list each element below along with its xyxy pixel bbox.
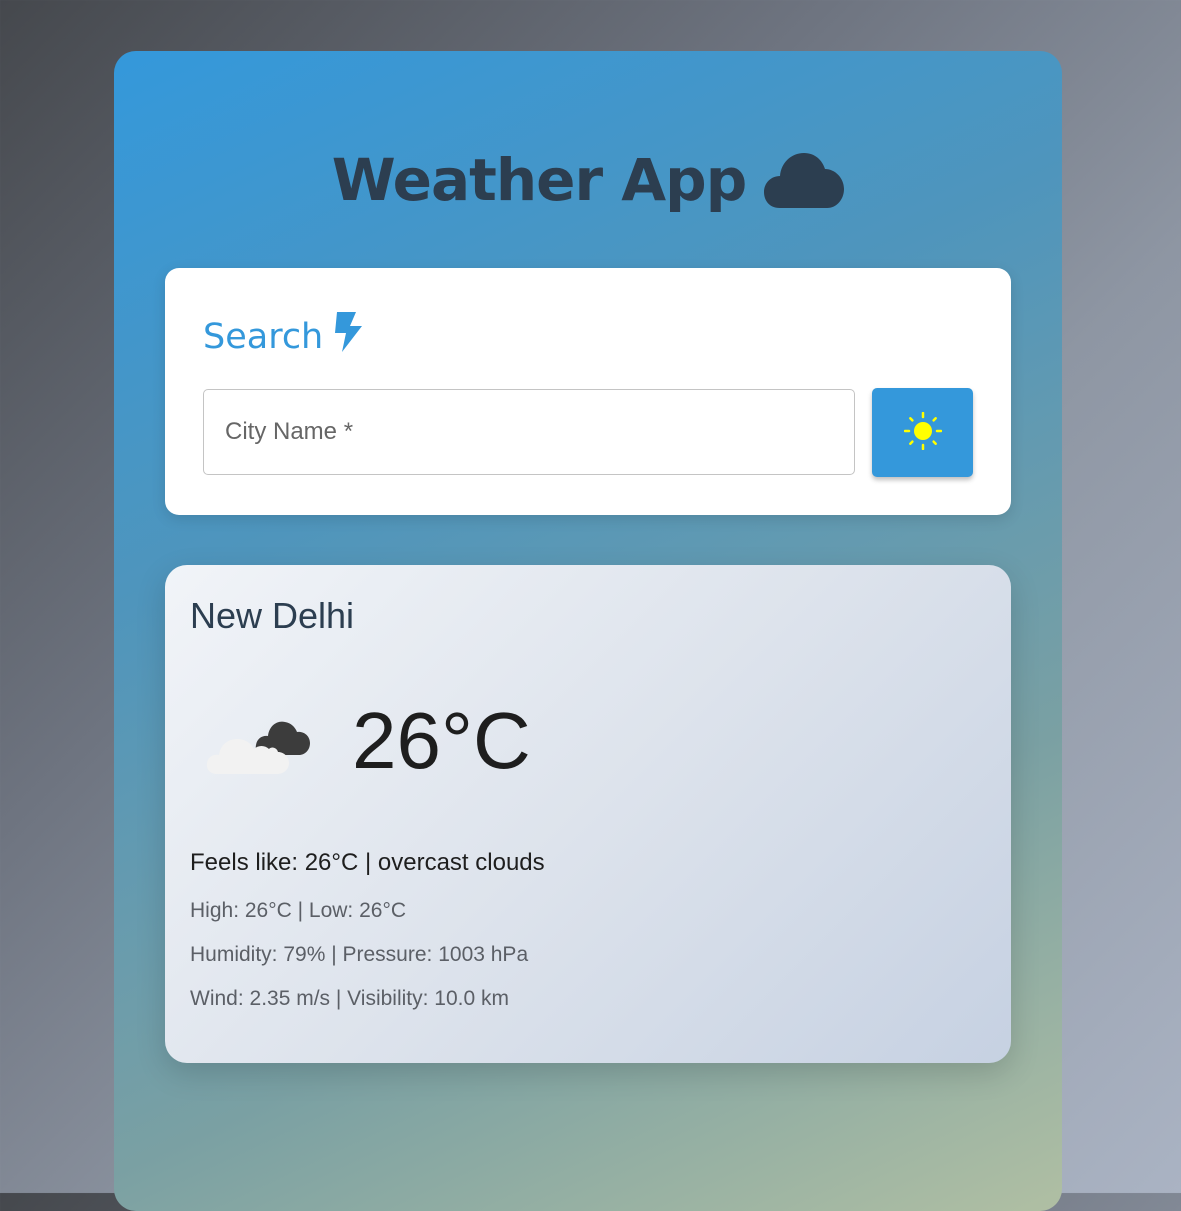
city-name-input[interactable] [204,390,854,474]
temperature-value: 26°C [352,696,531,785]
feels-like-text: Feels like: 26°C | overcast clouds [190,849,545,876]
app-title: Weather App [114,146,1062,214]
search-button[interactable] [872,388,973,477]
city-name: New Delhi [190,595,355,636]
app-title-text: Weather App [331,146,747,214]
humidity-pressure-text: Humidity: 79% | Pressure: 1003 hPa [190,943,529,966]
cloud-icon [764,152,845,208]
sun-icon [903,411,942,453]
city-name-field[interactable] [203,389,855,475]
high-low-text: High: 26°C | Low: 26°C [190,899,407,922]
overcast-clouds-icon [205,705,315,790]
lightning-bolt-icon [333,312,363,361]
weather-card: New Delhi 26°C Feels like: 26°C | overca… [165,565,1011,1063]
search-heading-text: Search [203,316,324,357]
app-panel: Weather App Search City Name * New Delhi… [114,51,1062,1211]
search-card: Search [165,268,1011,515]
wind-visibility-text: Wind: 2.35 m/s | Visibility: 10.0 km [190,987,510,1010]
search-heading: Search [203,312,363,361]
